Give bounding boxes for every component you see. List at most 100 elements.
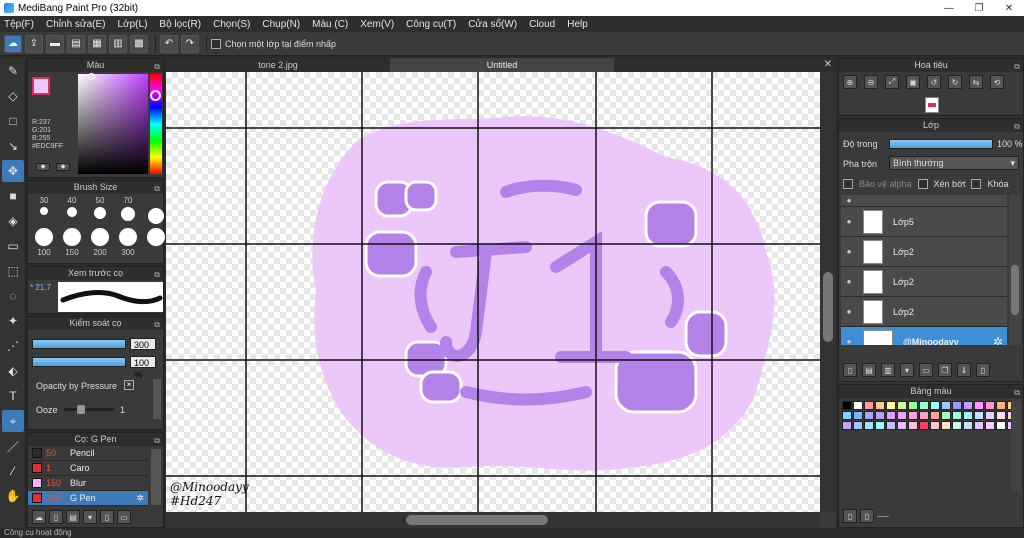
palette-swatch[interactable]: [996, 401, 1006, 410]
rotate-right-icon[interactable]: ↻: [948, 75, 962, 89]
comment-icon[interactable]: ▬: [46, 34, 64, 53]
folder-icon[interactable]: ▭: [117, 510, 131, 524]
new-layer-icon[interactable]: ▯: [843, 363, 857, 377]
share-icon[interactable]: ⇪: [25, 34, 43, 53]
copy-brush-icon[interactable]: ▤: [66, 510, 80, 524]
select-rect-icon[interactable]: ⬚: [2, 260, 24, 282]
palette-swatch[interactable]: [985, 401, 995, 410]
brush-tool-icon[interactable]: ✎: [2, 60, 24, 82]
protect-alpha-checkbox[interactable]: [843, 179, 853, 189]
text-tool-icon[interactable]: T: [2, 385, 24, 407]
palette-swatch[interactable]: [875, 411, 885, 420]
palette-swatch[interactable]: [864, 401, 874, 410]
brush-size-slider[interactable]: [32, 339, 126, 349]
opacity-pressure-checkbox[interactable]: ×: [124, 380, 134, 390]
brush-item[interactable]: 50 Pencil: [28, 446, 148, 461]
eye-icon[interactable]: ●: [841, 307, 857, 316]
brush-settings-icon[interactable]: ▾: [83, 510, 97, 524]
brush-size-cell[interactable]: 40: [60, 196, 84, 226]
menu-color[interactable]: Màu (C): [312, 19, 348, 30]
canvas-horizontal-scrollbar[interactable]: [166, 512, 820, 528]
palette-swatch[interactable]: [919, 401, 929, 410]
layer-row[interactable]: ● Lớp2: [841, 297, 1007, 327]
gradient-tool-icon[interactable]: ▭: [2, 235, 24, 257]
palette-swatch[interactable]: [886, 401, 896, 410]
panel-menu-icon[interactable]: ⧉: [1014, 60, 1020, 73]
palette-swatch[interactable]: [886, 421, 896, 430]
palette-swatch[interactable]: [897, 411, 907, 420]
blend-mode-select[interactable]: Bình thường ▾: [889, 156, 1019, 170]
layer-list-scrollbar[interactable]: [1009, 195, 1021, 345]
palette-swatch[interactable]: [908, 421, 918, 430]
rect-fill-icon[interactable]: ■: [2, 185, 24, 207]
ooze-slider[interactable]: [64, 405, 114, 414]
foreground-color-swatch[interactable]: [32, 77, 50, 95]
new-layer-8bit-icon[interactable]: ▤: [862, 363, 876, 377]
tab-close-icon[interactable]: ✕: [824, 58, 832, 72]
color-picker-cursor[interactable]: [88, 73, 95, 80]
layer-opacity-slider[interactable]: [889, 139, 993, 149]
flip-icon[interactable]: ⇆: [969, 75, 983, 89]
palette-swatch[interactable]: [996, 421, 1006, 430]
layer-row[interactable]: ● Lớp2: [841, 267, 1007, 297]
brush-opacity-slider[interactable]: [32, 357, 126, 367]
palette-swatch[interactable]: [853, 411, 863, 420]
add-layer-menu-icon[interactable]: ▾: [900, 363, 914, 377]
hue-slider[interactable]: [150, 74, 162, 174]
palette-swatch[interactable]: [842, 421, 852, 430]
minimize-button[interactable]: —: [934, 0, 964, 16]
palette-swatch[interactable]: [930, 411, 940, 420]
palette-swatch[interactable]: [974, 411, 984, 420]
clipping-checkbox[interactable]: [917, 179, 928, 189]
select-layer-checkbox[interactable]: [211, 38, 221, 49]
page-icon[interactable]: ▦: [88, 34, 106, 53]
brush-size-cell[interactable]: [144, 226, 168, 257]
maximize-button[interactable]: ❐: [964, 0, 994, 16]
brush-item-selected[interactable]: 300 G Pen ✲: [28, 491, 148, 506]
palette-swatch[interactable]: [919, 421, 929, 430]
panel-menu-icon[interactable]: ⧉: [1014, 386, 1020, 399]
eye-icon[interactable]: ●: [841, 247, 857, 256]
menu-file[interactable]: Tệp(F): [4, 19, 34, 30]
move-tool-icon[interactable]: ✥: [2, 160, 24, 182]
new-layer-1bit-icon[interactable]: ▥: [881, 363, 895, 377]
menu-layer[interactable]: Lớp(L): [118, 19, 148, 30]
brush-size-cell[interactable]: 150: [60, 226, 84, 257]
reset-color-icon[interactable]: ◆: [56, 163, 70, 171]
palette-swatch[interactable]: [853, 401, 863, 410]
palette-swatch[interactable]: [952, 411, 962, 420]
palette-swatch[interactable]: [941, 411, 951, 420]
palette-swatch[interactable]: [963, 411, 973, 420]
rotate-left-icon[interactable]: ↺: [927, 75, 941, 89]
layer-row[interactable]: ● Lớp2: [841, 237, 1007, 267]
palette-swatch[interactable]: [864, 411, 874, 420]
hand-tool-icon[interactable]: ✋: [2, 485, 24, 507]
palette-swatch[interactable]: [985, 411, 995, 420]
zoom-out-icon[interactable]: ⊖: [864, 75, 878, 89]
eye-icon[interactable]: ●: [841, 337, 857, 345]
lock-checkbox[interactable]: [971, 179, 982, 189]
pages-icon[interactable]: ▥: [109, 34, 127, 53]
panel-menu-icon[interactable]: ⧉: [154, 434, 160, 447]
bucket-tool-icon[interactable]: ◈: [2, 210, 24, 232]
horizontal-scroll-thumb[interactable]: [406, 515, 548, 525]
delete-layer-icon[interactable]: ▯: [976, 363, 990, 377]
ooze-slider-handle[interactable]: [76, 405, 85, 414]
gear-icon[interactable]: ✲: [993, 335, 1003, 346]
cloud-brush-icon[interactable]: ☁: [32, 510, 46, 524]
brush-item[interactable]: 1 Caro: [28, 461, 148, 476]
panel-menu-icon[interactable]: ⧉: [1014, 120, 1020, 133]
layer-row[interactable]: ● Lớp5: [841, 207, 1007, 237]
eye-icon[interactable]: ●: [841, 277, 857, 286]
menu-tools[interactable]: Công cụ(T): [406, 19, 456, 30]
palette-swatch[interactable]: [875, 421, 885, 430]
eraser-tool-icon[interactable]: ◇: [2, 85, 24, 107]
panel-menu-icon[interactable]: ⧉: [154, 318, 160, 331]
palette-swatch[interactable]: [853, 421, 863, 430]
menu-filter[interactable]: Bộ lọc(R): [159, 19, 201, 30]
zoom-in-icon[interactable]: ⊕: [843, 75, 857, 89]
undo-icon[interactable]: ↶: [160, 34, 178, 53]
add-palette-color-icon[interactable]: ▯: [843, 509, 857, 523]
document-icon[interactable]: ▤: [67, 34, 85, 53]
palette-swatch[interactable]: [974, 401, 984, 410]
